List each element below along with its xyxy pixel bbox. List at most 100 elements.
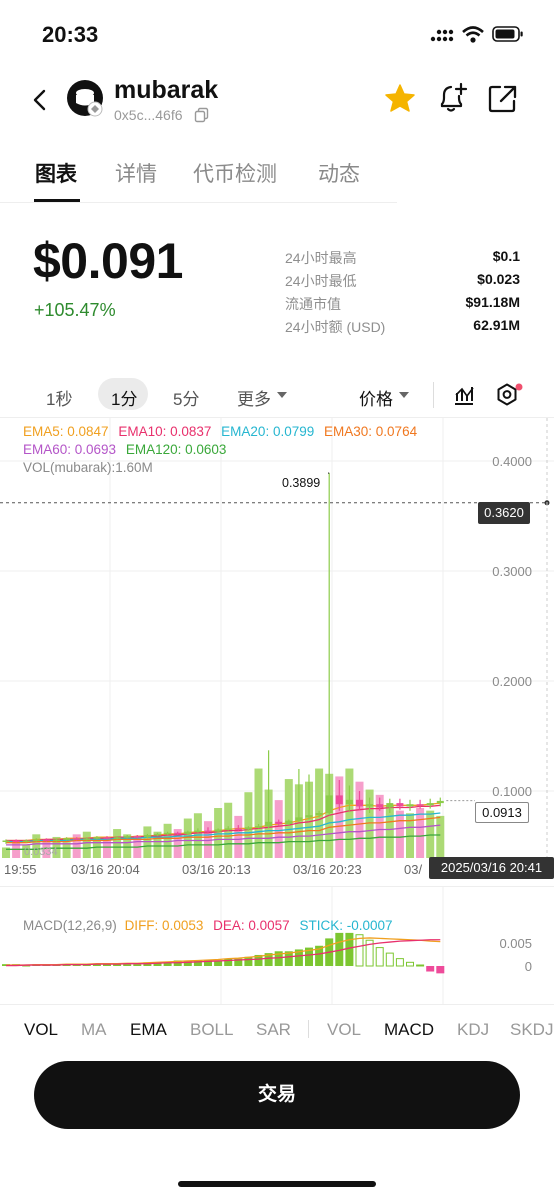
copy-icon[interactable] xyxy=(194,107,210,123)
candle-body xyxy=(285,820,293,824)
ema60-line xyxy=(6,824,441,846)
tab-chart[interactable]: 图表 xyxy=(35,158,77,188)
candle-body xyxy=(416,804,424,806)
macd-stick xyxy=(416,964,425,967)
indicator-tab-boll[interactable]: BOLL xyxy=(190,1020,233,1040)
candle-body xyxy=(113,837,121,839)
last-price-tag: 0.0913 xyxy=(475,802,529,823)
token-name: mubarak xyxy=(114,76,219,104)
candle-body xyxy=(386,803,394,808)
indicator-tab-sub-vol[interactable]: VOL xyxy=(327,1020,361,1040)
indicator-tab-vol[interactable]: VOL xyxy=(24,1020,58,1040)
macd-chart[interactable] xyxy=(0,887,554,1005)
candle-body xyxy=(204,830,212,833)
volume-bar xyxy=(62,842,71,858)
indicator-icon[interactable] xyxy=(452,383,476,407)
settings-icon[interactable] xyxy=(496,383,524,407)
candle-body xyxy=(234,828,242,830)
legend-ema30: EMA30: 0.0764 xyxy=(324,424,418,439)
volume-bar xyxy=(385,805,394,858)
volume-bar xyxy=(284,779,293,858)
candle-body xyxy=(63,838,71,840)
bell-plus-icon[interactable] xyxy=(437,82,469,114)
candle-body xyxy=(406,804,414,807)
ema120-line xyxy=(6,834,441,850)
indicator-tab-kdj[interactable]: KDJ xyxy=(457,1020,489,1040)
stat-value-mcap: $91.18M xyxy=(465,294,520,310)
legend-ema10: EMA10: 0.0837 xyxy=(118,424,212,439)
candle-body xyxy=(426,803,434,806)
candle-body xyxy=(325,795,333,813)
candle-body xyxy=(396,803,404,807)
indicator-tab-sar[interactable]: SAR xyxy=(256,1020,291,1040)
candle-body xyxy=(42,839,50,841)
indicator-tab-divider xyxy=(308,1020,309,1038)
macd-stick xyxy=(133,964,142,966)
indicator-tab-skdj[interactable]: SKDJ xyxy=(510,1020,553,1040)
candle-body xyxy=(305,815,313,818)
candle-body xyxy=(32,839,40,841)
volume-bar xyxy=(345,768,354,858)
macd-stick xyxy=(385,952,394,967)
indicator-tab-ma[interactable]: MA xyxy=(81,1020,107,1040)
price-chart[interactable] xyxy=(0,418,554,886)
candle-body xyxy=(133,836,141,838)
macd-dea-line xyxy=(6,939,441,967)
indicator-tab-ema[interactable]: EMA xyxy=(130,1020,167,1040)
candle-body xyxy=(154,833,161,836)
volume-bar xyxy=(395,810,404,858)
candle-body xyxy=(356,799,363,807)
trade-button[interactable]: 交易 xyxy=(34,1061,520,1129)
volume-bar xyxy=(234,815,243,858)
candle-body xyxy=(244,827,252,830)
candle-body xyxy=(295,817,303,821)
interval-more[interactable]: 更多 xyxy=(237,385,271,410)
candle-body xyxy=(73,838,81,840)
stat-value-high: $0.1 xyxy=(492,248,520,264)
volume-bar xyxy=(274,800,283,858)
share-icon[interactable] xyxy=(488,84,518,114)
candle-body xyxy=(174,832,182,835)
x-tick-label: 03/16 20:13 xyxy=(182,862,251,877)
x-tick-label: 03/ xyxy=(404,862,423,877)
interval-5m[interactable]: 5分 xyxy=(173,385,199,410)
volume-bar xyxy=(183,818,192,858)
candle-body xyxy=(22,840,30,842)
tab-divider xyxy=(0,202,397,203)
legend-ema5: EMA5: 0.0847 xyxy=(23,424,109,439)
macd-stick xyxy=(436,966,445,974)
legend-vol: VOL(mubarak):1.60M xyxy=(23,460,153,475)
indicator-tab-macd[interactable]: MACD xyxy=(384,1020,434,1040)
volume-bar xyxy=(244,792,253,858)
candle-body xyxy=(93,837,101,839)
y-tick-label: 0.1000 xyxy=(492,784,532,799)
star-icon[interactable] xyxy=(384,83,416,113)
volume-bar xyxy=(82,831,91,858)
x-tick-label: 19:55 xyxy=(4,862,37,877)
chevron-down-icon xyxy=(276,391,288,399)
y-tick-label: 0.3000 xyxy=(492,564,532,579)
chevron-down-icon xyxy=(398,391,410,399)
legend-ema120: EMA120: 0.0603 xyxy=(125,442,227,457)
tab-details[interactable]: 详情 xyxy=(115,158,157,188)
tab-activity[interactable]: 动态 xyxy=(318,158,360,188)
candle-body xyxy=(335,795,343,805)
candle-body xyxy=(184,831,192,834)
price-select[interactable]: 价格 xyxy=(359,385,393,410)
candle-body xyxy=(2,840,10,842)
macd-stick xyxy=(345,932,354,966)
macd-stick xyxy=(406,961,414,967)
candle-body xyxy=(315,813,323,816)
back-arrow-icon[interactable] xyxy=(30,88,50,112)
stat-value-low: $0.023 xyxy=(477,271,520,287)
y-tick-label: 0.4000 xyxy=(492,454,532,469)
interval-1m[interactable]: 1分 xyxy=(111,385,137,410)
current-price: $0.091 xyxy=(33,233,183,289)
volume-bar xyxy=(436,815,445,858)
candle-body xyxy=(265,821,273,827)
interval-1s[interactable]: 1秒 xyxy=(46,385,72,410)
candle-body xyxy=(53,839,60,841)
tab-token-check[interactable]: 代币检测 xyxy=(193,158,277,188)
candle-body xyxy=(194,830,202,833)
macd-stick xyxy=(395,958,404,967)
